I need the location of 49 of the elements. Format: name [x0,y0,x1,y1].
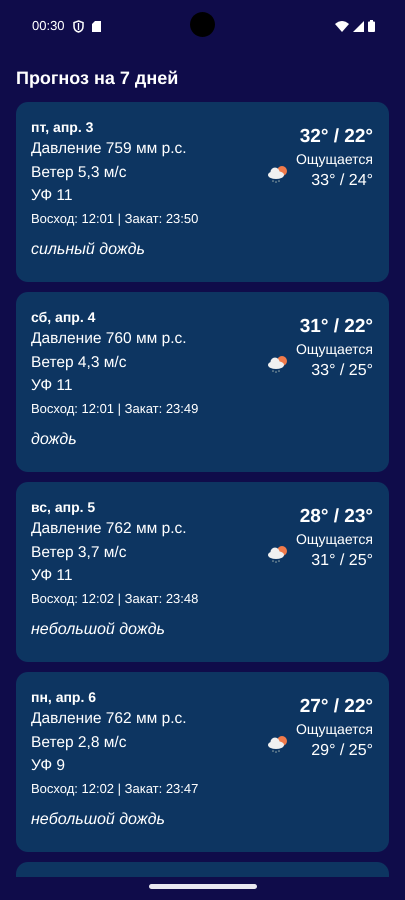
feels-like-temperature: 31° / 25° [311,551,373,571]
wifi-icon [335,20,349,32]
home-indicator[interactable] [149,884,257,889]
cloud-sun-rain-icon [266,354,290,374]
sunrise-sunset-text: Восход: 12:02 | Закат: 23:48 [31,590,200,608]
status-time: 00:30 [32,17,65,36]
pressure-text: Давление 762 мм р.с. [31,519,188,539]
cloud-sun-rain-icon [266,164,290,184]
feels-like-label: Ощущается [296,530,373,549]
uv-index-text: УФ 11 [31,566,74,586]
feels-like-label: Ощущается [296,150,373,169]
wind-text: Ветер 4,3 м/с [31,352,128,372]
uv-index-text: УФ 11 [31,376,74,396]
temperature-range: 28° / 23° [300,505,373,529]
wind-text: Ветер 2,8 м/с [31,732,128,752]
feels-like-label: Ощущается [296,340,373,359]
weather-description: небольшой дождь [31,810,166,830]
cellular-signal-icon [353,20,364,32]
date-label: пн, апр. 6 [31,688,98,707]
pressure-text: Давление 759 мм р.с. [31,139,188,159]
cloud-sun-rain-icon [266,544,290,564]
temperature-range: 27° / 22° [300,695,373,719]
sd-card-icon [92,20,101,32]
date-label: пт, апр. 3 [31,118,94,137]
weather-description: сильный дождь [31,240,146,260]
feels-like-temperature: 29° / 25° [311,741,373,761]
uv-index-text: УФ 11 [31,186,74,206]
weather-description: дождь [31,430,78,450]
temperature-range: 31° / 22° [300,315,373,339]
sunrise-sunset-text: Восход: 12:02 | Закат: 23:47 [31,780,200,798]
uv-index-text: УФ 9 [31,756,66,776]
battery-icon [368,20,375,32]
sunrise-sunset-text: Восход: 12:01 | Закат: 23:50 [31,210,200,228]
date-label: вс, апр. 5 [31,498,96,517]
cloud-sun-rain-icon [266,734,290,754]
temperature-range: 32° / 22° [300,125,373,149]
feels-like-temperature: 33° / 25° [311,361,373,381]
pressure-text: Давление 760 мм р.с. [31,329,188,349]
feels-like-temperature: 33° / 24° [311,171,373,191]
wind-text: Ветер 5,3 м/с [31,162,128,182]
weather-description: небольшой дождь [31,620,166,640]
page-title: Прогноз на 7 дней [16,67,180,90]
sunrise-sunset-text: Восход: 12:01 | Закат: 23:49 [31,400,200,418]
feels-like-label: Ощущается [296,720,373,739]
shield-icon [72,20,84,32]
date-label: сб, апр. 4 [31,308,96,327]
camera-cutout [190,12,215,37]
pressure-text: Давление 762 мм р.с. [31,709,188,729]
wind-text: Ветер 3,7 м/с [31,542,128,562]
